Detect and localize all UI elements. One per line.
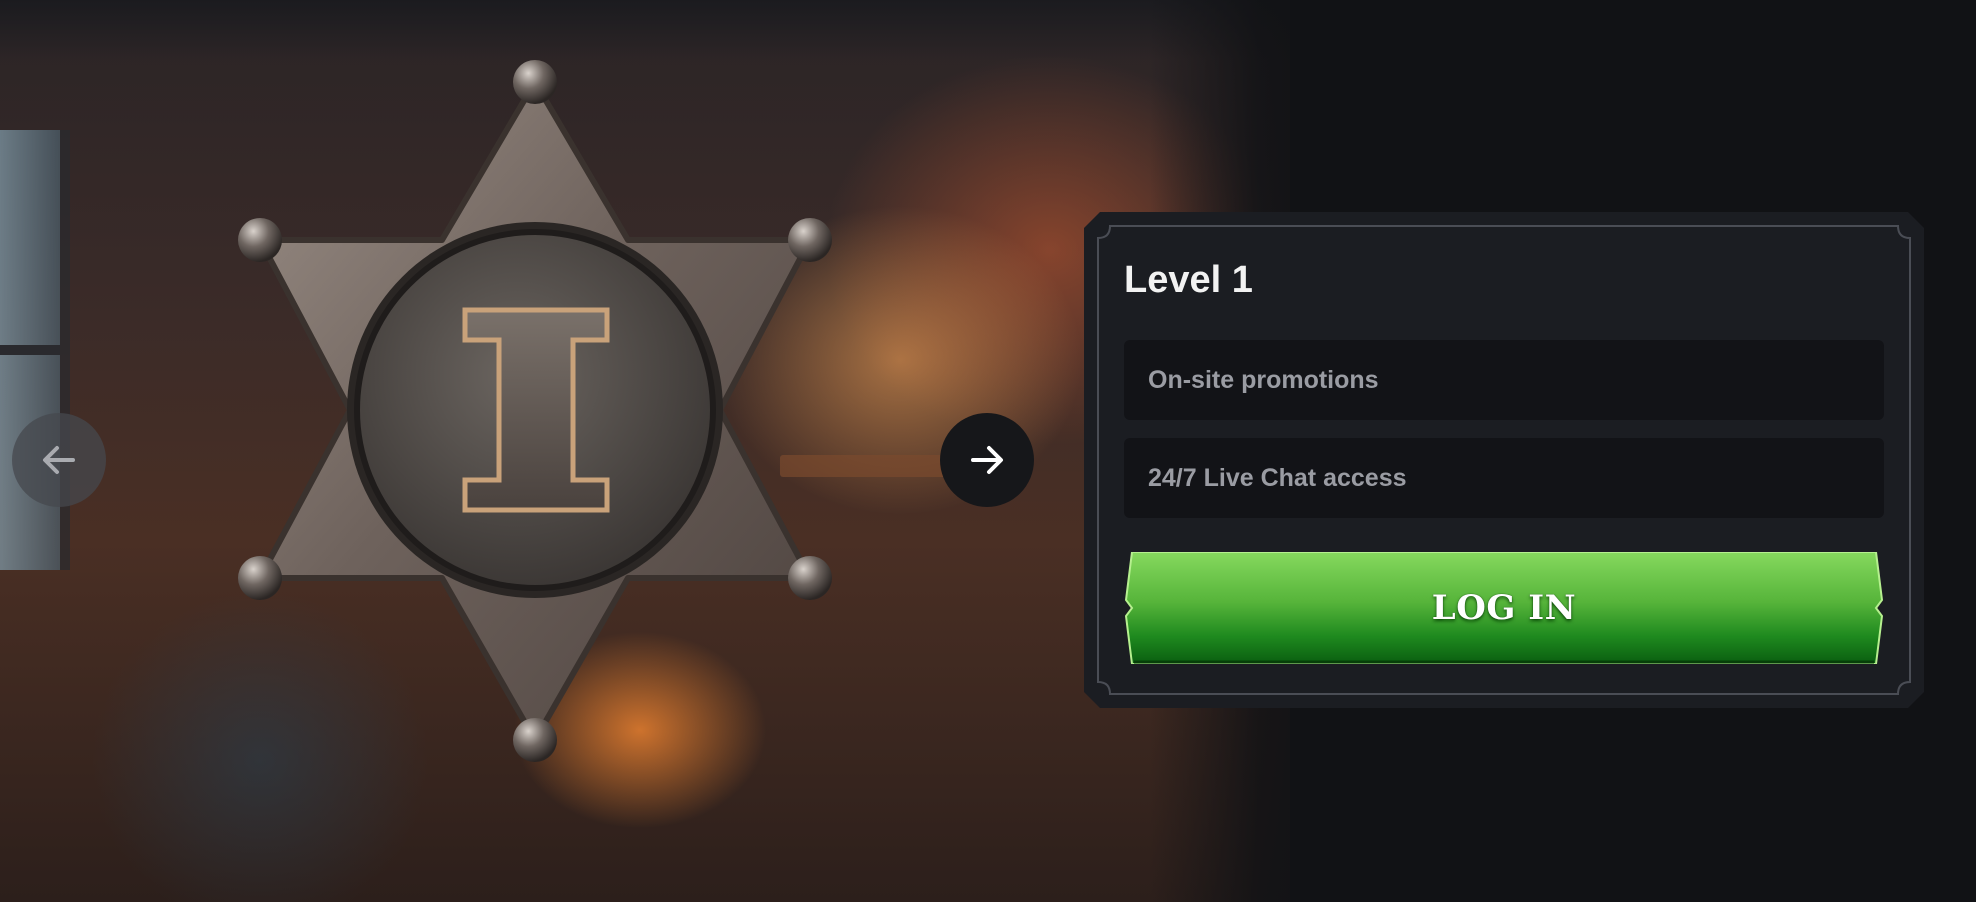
- arrow-left-icon: [43, 446, 75, 474]
- level-title: Level 1: [1124, 259, 1253, 301]
- previous-level-button[interactable]: [12, 413, 106, 507]
- login-button[interactable]: LOG IN: [1124, 552, 1884, 664]
- next-level-button[interactable]: [940, 413, 1034, 507]
- perk-item: 24/7 Live Chat access: [1124, 438, 1884, 518]
- level-carousel-page: Level 1 On-site promotions 24/7 Live Cha…: [0, 0, 1976, 902]
- sheriff-star-badge: [238, 60, 832, 762]
- perk-label: On-site promotions: [1148, 365, 1379, 394]
- arrow-right-icon: [971, 446, 1003, 474]
- login-button-label: LOG IN: [1431, 588, 1577, 628]
- perk-item: On-site promotions: [1124, 340, 1884, 420]
- perk-label: 24/7 Live Chat access: [1148, 463, 1407, 492]
